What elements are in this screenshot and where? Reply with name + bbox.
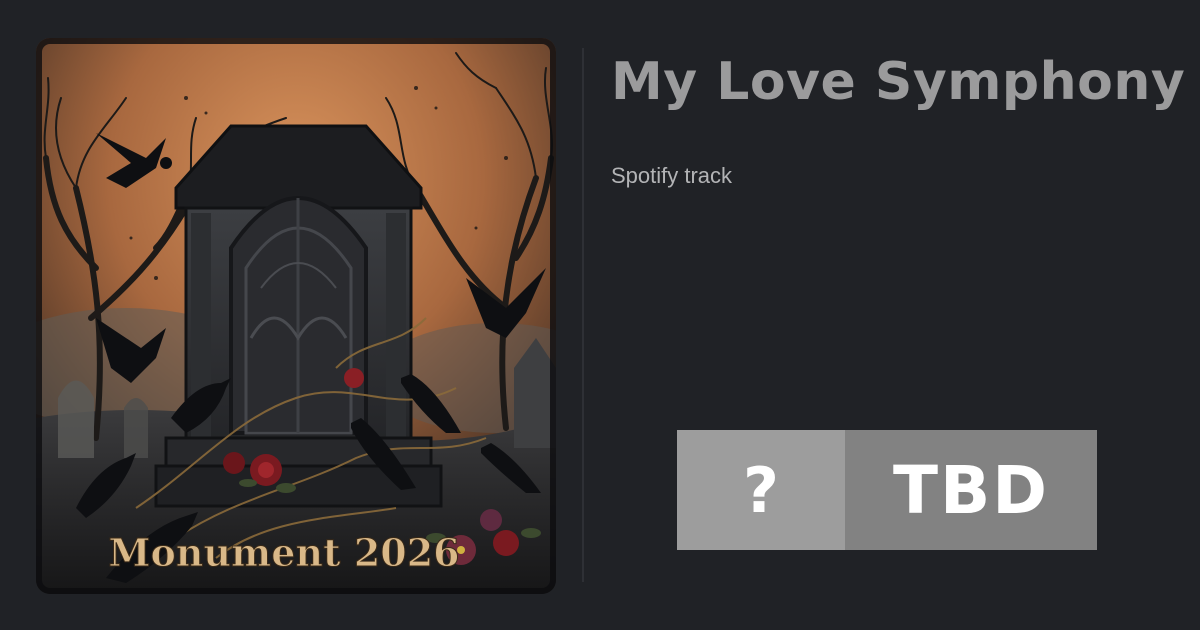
album-cover-artwork: Monument 2026 — [36, 38, 556, 594]
cover-caption: Monument 2026 — [108, 530, 459, 575]
track-title: My Love Symphony — [611, 52, 1186, 112]
track-subtitle: Spotify track — [611, 163, 733, 188]
album-cover: Monument 2026 — [36, 38, 556, 594]
badge-message: TBD — [845, 430, 1097, 550]
vertical-divider — [582, 48, 584, 582]
badge-label: ? — [677, 430, 845, 550]
status-badge: ? TBD — [677, 430, 1097, 550]
